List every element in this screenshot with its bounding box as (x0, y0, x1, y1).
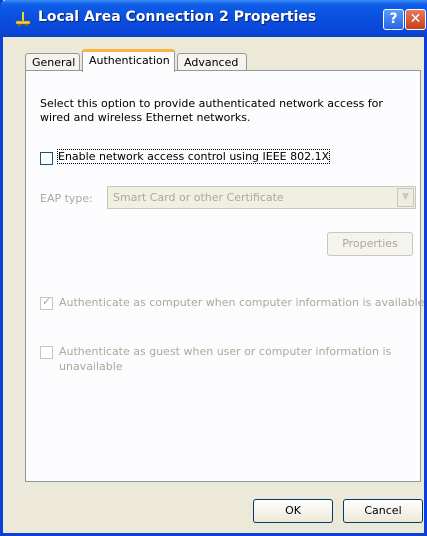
eap-type-select[interactable]: Smart Card or other Certificate ▼ (107, 186, 416, 209)
enable-8021x-label[interactable]: Enable network access control using IEEE… (56, 149, 331, 164)
properties-button[interactable]: Properties (327, 232, 413, 256)
cancel-button[interactable]: Cancel (343, 499, 423, 523)
auth-as-guest-label-line1: Authenticate as guest when user or compu… (59, 345, 392, 358)
help-button[interactable]: ? (383, 9, 404, 30)
network-connection-icon (15, 12, 31, 26)
auth-as-guest-checkbox[interactable] (40, 346, 53, 359)
auth-as-computer-checkbox[interactable]: ✓ (40, 295, 53, 310)
auth-description: Select this option to provide authentica… (40, 97, 383, 124)
tab-advanced[interactable]: Advanced (177, 53, 247, 71)
ok-button[interactable]: OK (253, 499, 333, 523)
window-title: Local Area Connection 2 Properties (38, 9, 317, 25)
auth-as-computer-label: Authenticate as computer when computer i… (59, 296, 425, 309)
close-button[interactable]: ✕ (405, 9, 426, 30)
checkmark-icon: ✓ (42, 295, 52, 308)
title-bar[interactable]: Local Area Connection 2 Properties ? ✕ (0, 0, 427, 37)
auth-as-guest-label-line2: unavailable (59, 360, 123, 373)
close-icon: ✕ (409, 11, 422, 27)
eap-type-value: Smart Card or other Certificate (113, 191, 284, 204)
chevron-down-icon[interactable]: ▼ (397, 188, 414, 207)
enable-8021x-checkbox[interactable] (40, 152, 53, 165)
eap-type-label: EAP type: (40, 192, 93, 205)
tab-authentication[interactable]: Authentication (82, 49, 175, 72)
properties-dialog: Local Area Connection 2 Properties ? ✕ G… (0, 0, 427, 536)
authentication-panel (25, 70, 421, 482)
tab-general[interactable]: General (25, 53, 80, 71)
